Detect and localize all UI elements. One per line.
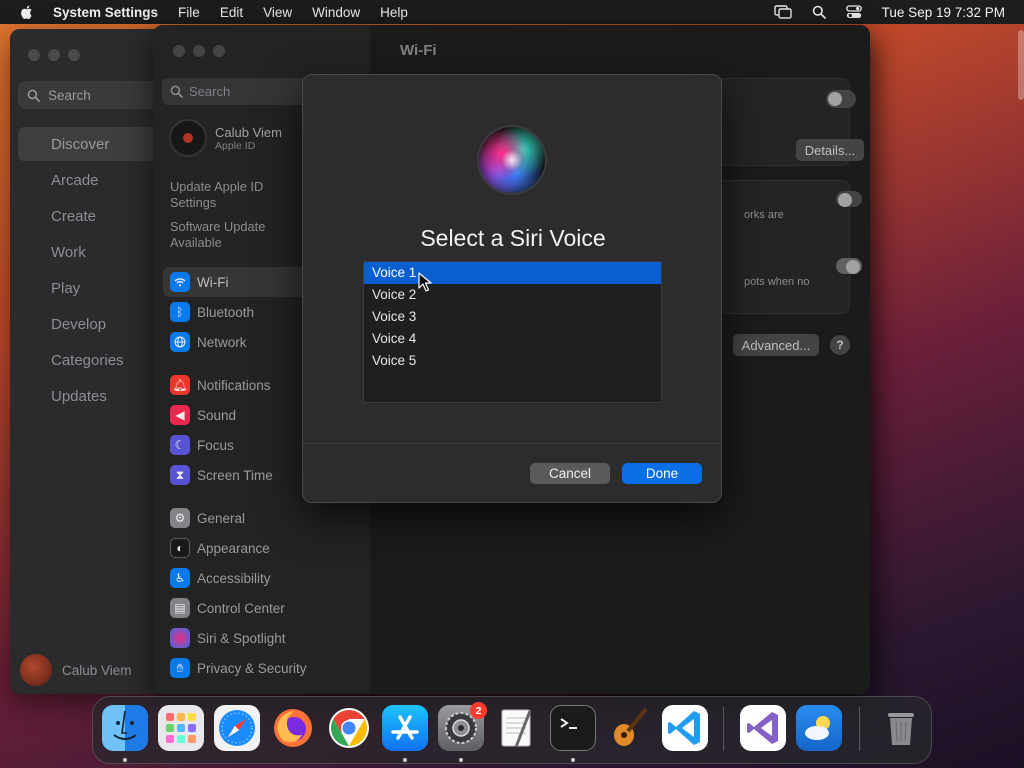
garageband-icon[interactable] <box>606 705 652 751</box>
menu-view[interactable]: View <box>263 5 292 20</box>
app-store-traffic-lights <box>28 49 80 61</box>
voice-list-item[interactable]: Voice 2 <box>364 284 661 306</box>
voice-list[interactable]: Voice 1 Voice 2 Voice 3 Voice 4 Voice 5 <box>363 261 662 403</box>
apple-menu-icon[interactable] <box>19 4 35 20</box>
search-icon <box>27 89 40 102</box>
menu-help[interactable]: Help <box>380 5 408 20</box>
dock-separator <box>859 707 860 751</box>
notification-badge: 2 <box>470 702 487 719</box>
voice-list-item[interactable]: Voice 1 <box>364 262 661 284</box>
running-indicator <box>123 758 127 762</box>
app-store-nav-create[interactable]: Create <box>18 199 168 233</box>
app-store-nav: Discover Arcade Create Work Play Develop… <box>18 127 168 415</box>
visual-studio-icon[interactable] <box>740 705 786 751</box>
screen-mirroring-icon[interactable] <box>773 5 792 19</box>
finder-icon[interactable] <box>102 705 148 751</box>
app-store-nav-play[interactable]: Play <box>18 271 168 305</box>
app-store-search-field[interactable]: Search <box>18 81 168 109</box>
weather-icon[interactable] <box>796 705 842 751</box>
firefox-icon[interactable] <box>270 705 316 751</box>
menu-window[interactable]: Window <box>312 5 360 20</box>
chrome-icon[interactable] <box>326 705 372 751</box>
voice-list-item[interactable]: Voice 3 <box>364 306 661 328</box>
control-center-icon[interactable] <box>845 5 862 19</box>
app-store-user-name: Calub Viem <box>62 662 132 678</box>
app-store-nav-updates[interactable]: Updates <box>18 379 168 413</box>
launchpad-icon[interactable] <box>158 705 204 751</box>
app-store-account[interactable]: Calub Viem <box>20 654 132 686</box>
app-store-nav-arcade[interactable]: Arcade <box>18 163 168 197</box>
vscode-icon[interactable] <box>662 705 708 751</box>
running-indicator <box>459 758 463 762</box>
menu-edit[interactable]: Edit <box>220 5 243 20</box>
spotlight-search-icon[interactable] <box>812 5 826 19</box>
app-store-nav-discover[interactable]: Discover <box>18 127 168 161</box>
done-button[interactable]: Done <box>622 463 702 484</box>
menu-clock[interactable]: Tue Sep 19 7:32 PM <box>882 5 1005 20</box>
voice-list-item[interactable]: Voice 5 <box>364 350 661 372</box>
menu-app-name[interactable]: System Settings <box>53 5 158 20</box>
sheet-divider <box>303 443 721 444</box>
safari-icon[interactable] <box>214 705 260 751</box>
desktop-scrollbar[interactable] <box>1018 30 1024 100</box>
app-store-nav-work[interactable]: Work <box>18 235 168 269</box>
app-store-icon[interactable] <box>382 705 428 751</box>
menu-file[interactable]: File <box>178 5 200 20</box>
siri-icon <box>479 127 545 193</box>
mouse-pointer-icon <box>418 272 432 292</box>
app-store-sidebar: Search Discover Arcade Create Work Play … <box>10 29 170 694</box>
dock-separator <box>723 707 724 751</box>
sheet-title: Select a Siri Voice <box>420 225 606 251</box>
siri-voice-sheet: Select a Siri Voice Voice 1 Voice 2 Voic… <box>302 74 722 503</box>
app-store-nav-develop[interactable]: Develop <box>18 307 168 341</box>
close-window-button[interactable] <box>28 49 40 61</box>
avatar <box>20 654 52 686</box>
zoom-window-button[interactable] <box>68 49 80 61</box>
running-indicator <box>571 758 575 762</box>
minimize-window-button[interactable] <box>48 49 60 61</box>
textedit-icon[interactable] <box>494 705 540 751</box>
trash-icon[interactable] <box>878 705 924 751</box>
voice-list-item[interactable]: Voice 4 <box>364 328 661 350</box>
app-store-nav-categories[interactable]: Categories <box>18 343 168 377</box>
terminal-icon[interactable] <box>550 705 596 751</box>
cancel-button[interactable]: Cancel <box>530 463 610 484</box>
running-indicator <box>403 758 407 762</box>
dock: 2 <box>92 696 932 764</box>
app-store-search-placeholder: Search <box>48 87 91 103</box>
menu-bar: System Settings File Edit View Window He… <box>0 0 1024 24</box>
